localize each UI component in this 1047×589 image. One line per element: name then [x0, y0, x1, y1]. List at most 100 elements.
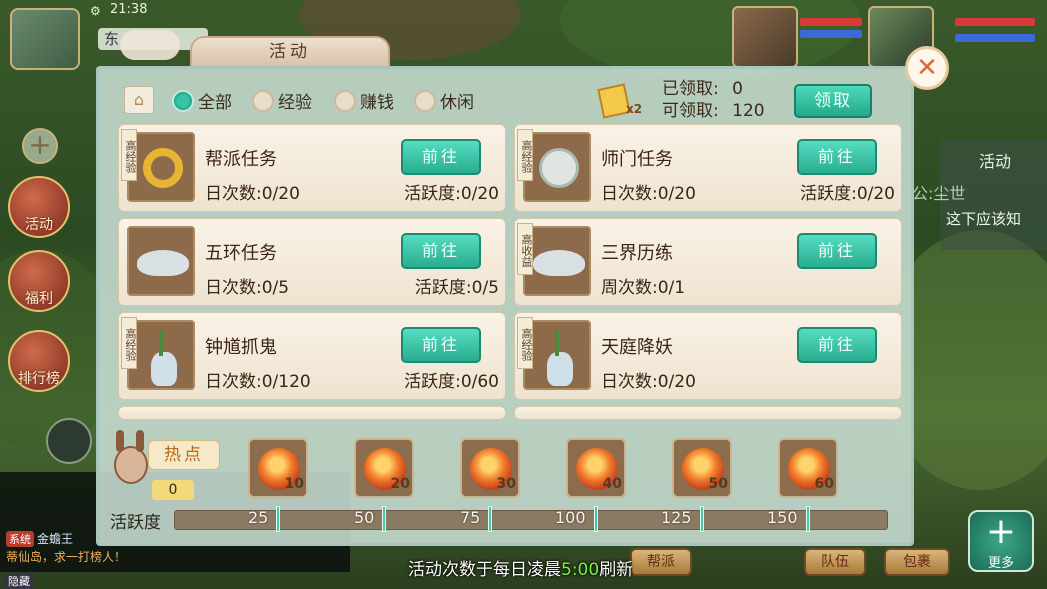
milestone-label: 100: [555, 508, 586, 527]
reward-chest[interactable]: 60: [778, 438, 838, 498]
go-button[interactable]: 前往: [797, 233, 877, 269]
filter-all-label: 全部: [198, 93, 232, 113]
welfare-side-label: 福利: [25, 291, 53, 307]
refresh-note: 活动次数于每日凌晨5:00刷新: [408, 555, 633, 580]
reward-chest[interactable]: 20: [354, 438, 414, 498]
chat-icon[interactable]: [46, 418, 92, 464]
card-name: 天庭降妖: [601, 337, 673, 358]
available-label: 可领取:: [662, 101, 719, 121]
activity-card[interactable]: 高经验 天庭降妖 日次数:0/20 前往: [514, 312, 902, 400]
close-button[interactable]: ✕: [905, 46, 949, 90]
card-name: 师门任务: [601, 149, 673, 170]
welfare-side-button[interactable]: 福利: [8, 250, 70, 312]
player-mp-bar: [955, 34, 1035, 42]
card-name: 帮派任务: [205, 149, 277, 170]
claim-button[interactable]: 领取: [794, 84, 872, 118]
chest-threshold: 10: [284, 476, 304, 492]
ranking-side-label: 排行榜: [18, 371, 60, 387]
pet-mp-bar: [800, 30, 862, 38]
card-tag: 高经验: [517, 317, 533, 369]
card-tag: 高经验: [121, 129, 137, 181]
activity-card[interactable]: 高经验 帮派任务 日次数:0/20 活跃度:0/20 前往: [118, 124, 506, 212]
go-button[interactable]: 前往: [401, 233, 481, 269]
filter-leisure[interactable]: 休闲: [414, 88, 474, 113]
mascot-icon: [108, 428, 152, 488]
reward-chest[interactable]: 10: [248, 438, 308, 498]
activity-card[interactable]: 高经验 师门任务 日次数:0/20 活跃度:0/20 前往: [514, 124, 902, 212]
right-panel-line-1: 公:尘世: [912, 184, 966, 203]
dialog-title: 活动: [190, 36, 390, 66]
chat-line-1: 系统 金蟾王: [6, 530, 73, 547]
card-count: 日次数:0/20: [601, 184, 696, 204]
guild-button[interactable]: 帮派: [630, 548, 692, 576]
jade-coin-icon: [523, 132, 591, 202]
card-count: 日次数:0/20: [601, 372, 696, 392]
radio-dot: [414, 89, 436, 112]
milestone-label: 125: [661, 508, 692, 527]
player-hp-bar: [955, 18, 1035, 26]
chest-threshold: 40: [602, 476, 622, 492]
system-tag: 系统: [6, 531, 34, 547]
milestone-label: 25: [248, 508, 269, 527]
title-cloud-decoration: [120, 30, 180, 60]
milestone-label: 75: [460, 508, 481, 527]
activity-side-button[interactable]: 活动: [8, 176, 70, 238]
category-icon[interactable]: ⌂: [124, 86, 154, 114]
card-name: 钟馗抓鬼: [205, 337, 277, 358]
activity-card-partial[interactable]: [514, 406, 902, 420]
coin-ring-icon: [127, 132, 195, 202]
card-name: 五环任务: [205, 243, 277, 264]
player-avatar[interactable]: [10, 8, 80, 70]
card-count: 周次数:0/1: [601, 278, 686, 298]
filter-all[interactable]: 全部: [172, 88, 232, 113]
clock: 21:38: [110, 2, 148, 17]
chest-threshold: 20: [390, 476, 410, 492]
go-button[interactable]: 前往: [797, 139, 877, 175]
milestone-label: 150: [767, 508, 798, 527]
card-count: 日次数:0/120: [205, 372, 311, 392]
filter-exp[interactable]: 经验: [252, 88, 312, 113]
ranking-side-button[interactable]: 排行榜: [8, 330, 70, 392]
hide-chat-button[interactable]: 隐藏: [4, 573, 34, 589]
card-tag: 高经验: [517, 129, 533, 181]
go-button[interactable]: 前往: [401, 139, 481, 175]
wifi-icon: ⚙: [90, 4, 101, 18]
milestone-marker: [276, 506, 280, 532]
bag-button[interactable]: 包裹: [884, 548, 950, 576]
radio-dot: [172, 89, 194, 112]
chest-threshold: 50: [708, 476, 728, 492]
go-button[interactable]: 前往: [797, 327, 877, 363]
filter-money[interactable]: 赚钱: [334, 88, 394, 113]
vase-icon: [127, 320, 195, 390]
card-count: 日次数:0/20: [205, 184, 300, 204]
refresh-prefix: 活动次数于每日凌晨: [408, 560, 561, 580]
available-row: 可领取: 120: [662, 96, 765, 121]
team-button[interactable]: 队伍: [804, 548, 866, 576]
card-activity: 活跃度:0/5: [414, 278, 499, 298]
radio-dot: [334, 89, 356, 112]
milestone-marker: [806, 506, 810, 532]
more-button[interactable]: + 更多: [968, 510, 1034, 572]
available-value: 120: [732, 101, 765, 121]
hot-value: 0: [152, 480, 194, 500]
reward-chest[interactable]: 50: [672, 438, 732, 498]
card-activity: 活跃度:0/20: [404, 184, 499, 204]
pet-portrait[interactable]: [732, 6, 798, 68]
right-panel-tab[interactable]: 活动: [950, 148, 1040, 172]
filter-leisure-label: 休闲: [440, 93, 474, 113]
hot-label[interactable]: 热点: [148, 440, 220, 470]
activity-card[interactable]: 高经验 钟馗抓鬼 日次数:0/120 活跃度:0/60 前往: [118, 312, 506, 400]
activity-card[interactable]: 五环任务 日次数:0/5 活跃度:0/5 前往: [118, 218, 506, 306]
radio-dot: [252, 89, 274, 112]
activity-label: 活跃度: [110, 513, 161, 533]
reward-chest[interactable]: 40: [566, 438, 626, 498]
activity-card-partial[interactable]: [118, 406, 506, 420]
milestone-marker: [382, 506, 386, 532]
card-activity: 活跃度:0/20: [800, 184, 895, 204]
expand-plus-button[interactable]: +: [22, 128, 58, 164]
activity-card[interactable]: 高收益 三界历练 周次数:0/1 前往: [514, 218, 902, 306]
reward-chest[interactable]: 30: [460, 438, 520, 498]
more-label: 更多: [987, 556, 1014, 571]
go-button[interactable]: 前往: [401, 327, 481, 363]
card-count: 日次数:0/5: [205, 278, 290, 298]
